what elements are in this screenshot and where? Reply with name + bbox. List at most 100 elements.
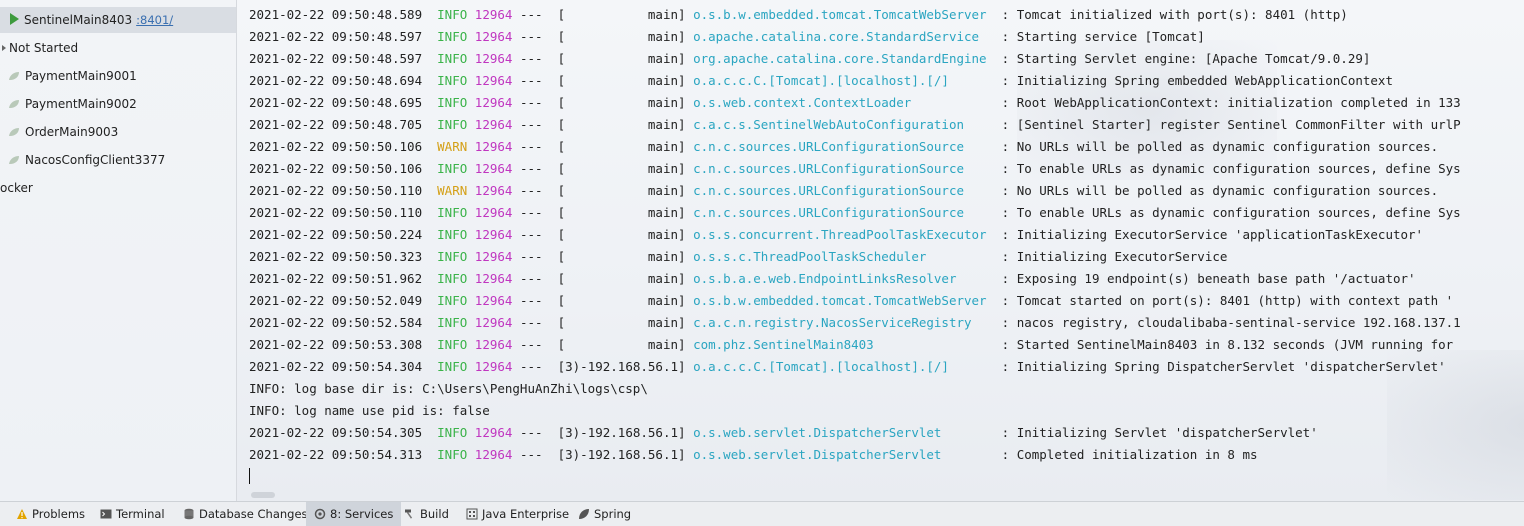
tab-services[interactable]: 8: Services bbox=[306, 502, 402, 526]
log-logger: o.apache.catalina.core.StandardService bbox=[693, 29, 995, 44]
log-timestamp: 2021-02-22 09:50:52.584 bbox=[249, 315, 423, 330]
tab-label: Terminal bbox=[116, 507, 165, 521]
log-message: : Tomcat initialized with port(s): 8401 … bbox=[1001, 7, 1348, 22]
log-logger: o.s.s.c.ThreadPoolTaskScheduler bbox=[693, 249, 995, 264]
log-pid: 12964 bbox=[474, 425, 513, 440]
tab-label: Problems bbox=[32, 507, 86, 521]
java-enterprise-icon bbox=[466, 508, 478, 520]
service-label: PaymentMain9001 bbox=[25, 69, 137, 83]
log-timestamp: 2021-02-22 09:50:54.305 bbox=[249, 425, 423, 440]
tab-label: Java Enterprise bbox=[482, 507, 570, 521]
group-docker[interactable]: ocker bbox=[0, 175, 33, 201]
service-item-paymentmain9001[interactable]: PaymentMain9001 bbox=[8, 63, 137, 89]
port-link[interactable]: :8401/ bbox=[136, 13, 173, 27]
tab-java-enterprise[interactable]: Java Enterprise bbox=[458, 502, 577, 526]
log-level: INFO bbox=[437, 7, 468, 22]
log-line: 2021-02-22 09:50:54.305 INFO 12964 --- [… bbox=[249, 422, 1461, 444]
warning-icon bbox=[17, 509, 27, 519]
log-line: 2021-02-22 09:50:50.224 INFO 12964 --- [… bbox=[249, 224, 1461, 246]
log-line: 2021-02-22 09:50:52.049 INFO 12964 --- [… bbox=[249, 290, 1461, 312]
horizontal-scrollbar[interactable] bbox=[251, 492, 275, 498]
log-plain-text: INFO: log name use pid is: false bbox=[249, 403, 490, 418]
log-timestamp: 2021-02-22 09:50:48.597 bbox=[249, 29, 423, 44]
log-logger: o.s.b.w.embedded.tomcat.TomcatWebServer bbox=[693, 293, 995, 308]
tab-problems[interactable]: Problems bbox=[8, 502, 93, 526]
tab-terminal[interactable]: Terminal bbox=[92, 502, 173, 526]
tab-build[interactable]: Build bbox=[396, 502, 457, 526]
log-timestamp: 2021-02-22 09:50:51.962 bbox=[249, 271, 423, 286]
log-level: WARN bbox=[437, 139, 468, 154]
log-level: INFO bbox=[437, 425, 468, 440]
log-timestamp: 2021-02-22 09:50:50.106 bbox=[249, 161, 423, 176]
log-line: 2021-02-22 09:50:48.597 INFO 12964 --- [… bbox=[249, 48, 1461, 70]
log-timestamp: 2021-02-22 09:50:48.705 bbox=[249, 117, 423, 132]
log-thread: --- [ main] bbox=[519, 205, 686, 220]
log-logger: o.s.web.context.ContextLoader bbox=[693, 95, 995, 110]
log-message: : Initializing ExecutorService 'applicat… bbox=[1001, 227, 1424, 242]
log-lines: 2021-02-22 09:50:48.589 INFO 12964 --- [… bbox=[249, 4, 1461, 466]
log-level: INFO bbox=[437, 293, 468, 308]
log-message: : Initializing ExecutorService bbox=[1001, 249, 1228, 264]
log-thread: --- [ main] bbox=[519, 29, 686, 44]
log-message: : Starting service [Tomcat] bbox=[1001, 29, 1205, 44]
log-thread: --- [3)-192.168.56.1] bbox=[519, 359, 686, 374]
log-pid: 12964 bbox=[474, 29, 513, 44]
tab-spring[interactable]: Spring bbox=[570, 502, 639, 526]
log-level: INFO bbox=[437, 271, 468, 286]
log-thread: --- [ main] bbox=[519, 7, 686, 22]
tab-database-changes[interactable]: Database Changes bbox=[175, 502, 316, 526]
service-item-sentinelmain8403[interactable]: SentinelMain8403:8401/ bbox=[0, 7, 236, 33]
log-thread: --- [ main] bbox=[519, 271, 686, 286]
log-message: : No URLs will be polled as dynamic conf… bbox=[1001, 139, 1439, 154]
log-message: : nacos registry, cloudalibaba-sentinal-… bbox=[1001, 315, 1461, 330]
group-not-started[interactable]: Not Started bbox=[2, 35, 78, 61]
log-pid: 12964 bbox=[474, 95, 513, 110]
service-item-paymentmain9002[interactable]: PaymentMain9002 bbox=[8, 91, 137, 117]
log-thread: --- [ main] bbox=[519, 337, 686, 352]
log-logger: com.phz.SentinelMain8403 bbox=[693, 337, 995, 352]
log-line: INFO: log base dir is: C:\Users\PengHuAn… bbox=[249, 378, 1461, 400]
spring-boot-icon bbox=[9, 156, 19, 164]
text-cursor bbox=[249, 468, 250, 484]
log-thread: --- [3)-192.168.56.1] bbox=[519, 425, 686, 440]
log-message: : Tomcat started on port(s): 8401 (http)… bbox=[1001, 293, 1454, 308]
log-logger: o.a.c.c.C.[Tomcat].[localhost].[/] bbox=[693, 359, 995, 374]
log-level: INFO bbox=[437, 95, 468, 110]
log-line: 2021-02-22 09:50:50.110 WARN 12964 --- [… bbox=[249, 180, 1461, 202]
log-thread: --- [ main] bbox=[519, 227, 686, 242]
tab-label: Spring bbox=[594, 507, 632, 521]
service-item-nacosconfigclient3377[interactable]: NacosConfigClient3377 bbox=[8, 147, 165, 173]
tab-label: Build bbox=[420, 507, 449, 521]
log-timestamp: 2021-02-22 09:50:48.694 bbox=[249, 73, 423, 88]
database-icon bbox=[184, 508, 194, 520]
log-line: 2021-02-22 09:50:53.308 INFO 12964 --- [… bbox=[249, 334, 1461, 356]
log-logger: c.n.c.sources.URLConfigurationSource bbox=[693, 161, 995, 176]
log-message: : Initializing Spring DispatcherServlet … bbox=[1001, 359, 1446, 374]
log-timestamp: 2021-02-22 09:50:50.110 bbox=[249, 183, 423, 198]
services-icon bbox=[314, 508, 326, 520]
log-pid: 12964 bbox=[474, 315, 513, 330]
log-pid: 12964 bbox=[474, 7, 513, 22]
tab-label: 8: Services bbox=[330, 507, 394, 521]
tab-label: Database Changes bbox=[199, 507, 308, 521]
log-timestamp: 2021-02-22 09:50:50.106 bbox=[249, 139, 423, 154]
log-level: INFO bbox=[437, 73, 468, 88]
log-line: 2021-02-22 09:50:54.313 INFO 12964 --- [… bbox=[249, 444, 1461, 466]
log-message: : Initializing Servlet 'dispatcherServle… bbox=[1001, 425, 1318, 440]
hammer-icon bbox=[405, 509, 413, 519]
log-line: 2021-02-22 09:50:48.597 INFO 12964 --- [… bbox=[249, 26, 1461, 48]
log-logger: o.s.s.concurrent.ThreadPoolTaskExecutor bbox=[693, 227, 995, 242]
console-output[interactable]: 2021-02-22 09:50:48.589 INFO 12964 --- [… bbox=[237, 0, 1524, 501]
log-logger: o.s.web.servlet.DispatcherServlet bbox=[693, 425, 995, 440]
log-thread: --- [ main] bbox=[519, 95, 686, 110]
log-logger: org.apache.catalina.core.StandardEngine bbox=[693, 51, 995, 66]
log-message: : To enable URLs as dynamic configuratio… bbox=[1001, 205, 1461, 220]
spring-boot-icon bbox=[9, 100, 19, 108]
log-line: 2021-02-22 09:50:48.695 INFO 12964 --- [… bbox=[249, 92, 1461, 114]
log-logger: o.s.b.a.e.web.EndpointLinksResolver bbox=[693, 271, 995, 286]
log-level: INFO bbox=[437, 117, 468, 132]
service-item-ordermain9003[interactable]: OrderMain9003 bbox=[8, 119, 118, 145]
log-thread: --- [ main] bbox=[519, 293, 686, 308]
log-pid: 12964 bbox=[474, 359, 513, 374]
log-plain-text: INFO: log base dir is: C:\Users\PengHuAn… bbox=[249, 381, 648, 396]
